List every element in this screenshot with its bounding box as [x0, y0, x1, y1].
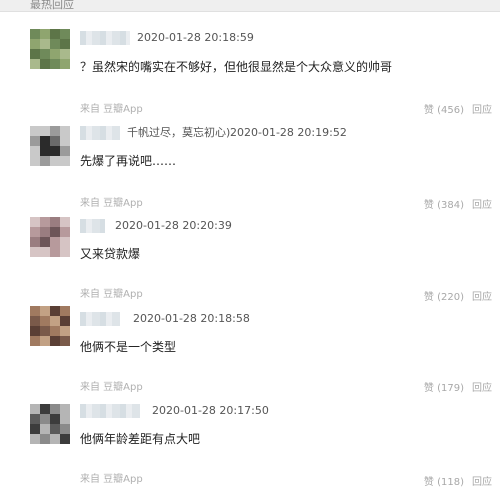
like-button[interactable]: 赞 (179): [424, 383, 464, 394]
comment-actions: 赞 (456) 回应: [416, 105, 492, 117]
page: 最热回应 2020-01-28 20:18:59 ？虽然宋的嘴实在不够好，但他很…: [0, 0, 500, 491]
comment-source: 来自 豆瓣App: [80, 289, 143, 300]
comment-source: 来自 豆瓣App: [80, 104, 143, 115]
reply-button[interactable]: 回应: [472, 200, 492, 211]
comment-actions: 赞 (179) 回应: [416, 383, 492, 395]
reply-button[interactable]: 回应: [472, 105, 492, 116]
comment-actions: 赞 (118) 回应: [416, 477, 492, 489]
comment-item: 2020-01-28 20:17:50 他俩年龄差距有点大吧 来自 豆瓣App …: [0, 398, 500, 491]
avatar[interactable]: [30, 404, 70, 444]
like-button[interactable]: 赞 (118): [424, 477, 464, 488]
username-link[interactable]: [80, 126, 120, 140]
username-link[interactable]: [80, 312, 120, 326]
comment-item: 千帆过尽，莫忘初心) 2020-01-28 20:19:52 先爆了再说吧…… …: [0, 120, 500, 215]
like-button[interactable]: 赞 (456): [424, 105, 464, 116]
comment-actions: 赞 (384) 回应: [416, 200, 492, 212]
comment-time: 2020-01-28 20:18:59: [137, 31, 254, 44]
user-nickname: 千帆过尽，莫忘初心): [127, 126, 231, 139]
comment-item: 2020-01-28 20:20:39 又来贷款爆 来自 豆瓣App 赞 (22…: [0, 213, 500, 308]
username-link[interactable]: [80, 31, 130, 45]
comment-text: 又来贷款爆: [80, 247, 141, 261]
avatar[interactable]: [30, 29, 70, 69]
avatar[interactable]: [30, 126, 70, 166]
comment-source: 来自 豆瓣App: [80, 198, 143, 209]
comment-text: ？虽然宋的嘴实在不够好，但他很显然是个大众意义的帅哥: [80, 60, 393, 74]
like-button[interactable]: 赞 (384): [424, 200, 464, 211]
comment-time: 2020-01-28 20:17:50: [152, 404, 269, 417]
comment-text: 他俩不是一个类型: [80, 340, 177, 354]
comment-source: 来自 豆瓣App: [80, 474, 143, 485]
reply-button[interactable]: 回应: [472, 292, 492, 303]
like-button[interactable]: 赞 (220): [424, 292, 464, 303]
avatar[interactable]: [30, 306, 70, 346]
comment-item: 2020-01-28 20:18:59 ？虽然宋的嘴实在不够好，但他很显然是个大…: [0, 25, 500, 120]
comment-item: 2020-01-28 20:18:58 他俩不是一个类型 来自 豆瓣App 赞 …: [0, 306, 500, 401]
comment-time: 2020-01-28 20:19:52: [230, 126, 347, 139]
comment-text: 先爆了再说吧……: [80, 154, 177, 168]
comment-actions: 赞 (220) 回应: [416, 292, 492, 304]
comment-source: 来自 豆瓣App: [80, 382, 143, 393]
reply-button[interactable]: 回应: [472, 383, 492, 394]
username-link[interactable]: [80, 219, 105, 233]
comment-time: 2020-01-28 20:18:58: [133, 312, 250, 325]
comment-text: 他俩年龄差距有点大吧: [80, 432, 201, 446]
section-header: 最热回应: [0, 0, 500, 12]
section-title: 最热回应: [30, 0, 74, 11]
reply-button[interactable]: 回应: [472, 477, 492, 488]
avatar[interactable]: [30, 217, 70, 257]
comment-time: 2020-01-28 20:20:39: [115, 219, 232, 232]
username-link[interactable]: [80, 404, 140, 418]
